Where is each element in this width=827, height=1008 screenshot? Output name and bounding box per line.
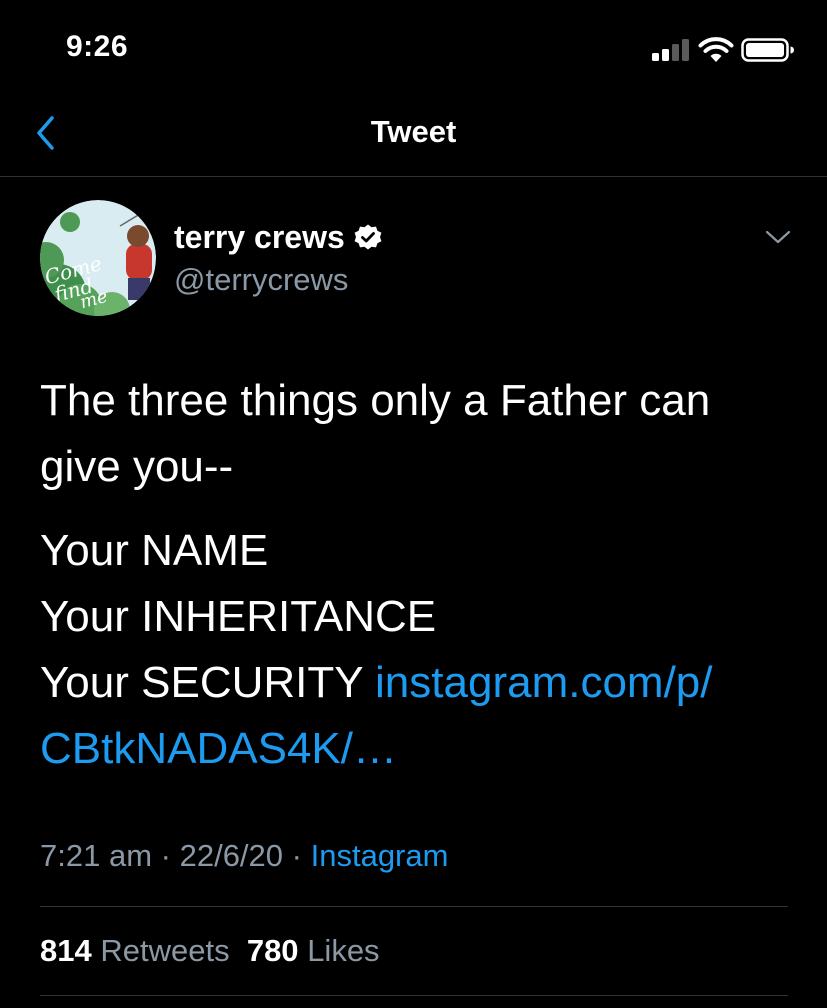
retweets-label: Retweets bbox=[100, 933, 230, 968]
meta-separator: · bbox=[291, 838, 302, 873]
page-title: Tweet bbox=[370, 114, 457, 149]
tweet-link-continued[interactable]: CBtkNADAS4K/… bbox=[40, 724, 397, 773]
wifi-icon bbox=[698, 37, 734, 62]
avatar[interactable]: Come find me bbox=[40, 200, 156, 316]
cellular-signal-icon bbox=[652, 39, 690, 61]
tweet-time: 7:21 am bbox=[40, 838, 153, 873]
tweet-text: The three things only a Father can give … bbox=[40, 368, 800, 782]
likes-label: Likes bbox=[307, 933, 380, 968]
tweet-source-link[interactable]: Instagram bbox=[311, 838, 449, 873]
tweet-text-line: CBtkNADAS4K/… bbox=[40, 716, 800, 782]
tweet-text-segment: Your SECURITY bbox=[40, 658, 376, 707]
likes-stat[interactable]: 780 Likes bbox=[247, 933, 380, 968]
retweets-stat[interactable]: 814 Retweets bbox=[40, 933, 230, 968]
tweet-date: 22/6/20 bbox=[179, 838, 284, 873]
likes-count: 780 bbox=[246, 933, 299, 968]
avatar-image: Come find me bbox=[40, 200, 156, 316]
nav-bar: Tweet bbox=[0, 100, 827, 177]
battery-icon bbox=[741, 38, 794, 62]
chevron-down-icon[interactable] bbox=[764, 228, 792, 248]
divider bbox=[40, 995, 788, 996]
author-name-text: terry crews bbox=[174, 219, 345, 255]
status-bar: 9:26 bbox=[0, 0, 827, 100]
tweet-link[interactable]: instagram.com/p/ bbox=[375, 658, 712, 707]
tweet-text-line: The three things only a Father can give … bbox=[40, 376, 711, 491]
retweets-count: 814 bbox=[40, 933, 92, 968]
meta-separator: · bbox=[160, 838, 171, 873]
tweet-stats: 814 Retweets 780 Likes bbox=[40, 933, 380, 969]
author-handle[interactable]: @terrycrews bbox=[174, 262, 348, 298]
verified-icon bbox=[354, 224, 382, 249]
tweet-meta: 7:21 am · 22/6/20 · Instagram bbox=[40, 838, 448, 874]
status-time: 9:26 bbox=[66, 30, 129, 63]
tweet-text-line: Your NAME bbox=[40, 526, 269, 575]
author-name[interactable]: terry crews bbox=[174, 219, 383, 256]
tweet-text-line: Your SECURITY instagram.com/p/ bbox=[40, 650, 800, 716]
divider bbox=[40, 906, 788, 907]
tweet-text-line: Your INHERITANCE bbox=[40, 592, 437, 641]
